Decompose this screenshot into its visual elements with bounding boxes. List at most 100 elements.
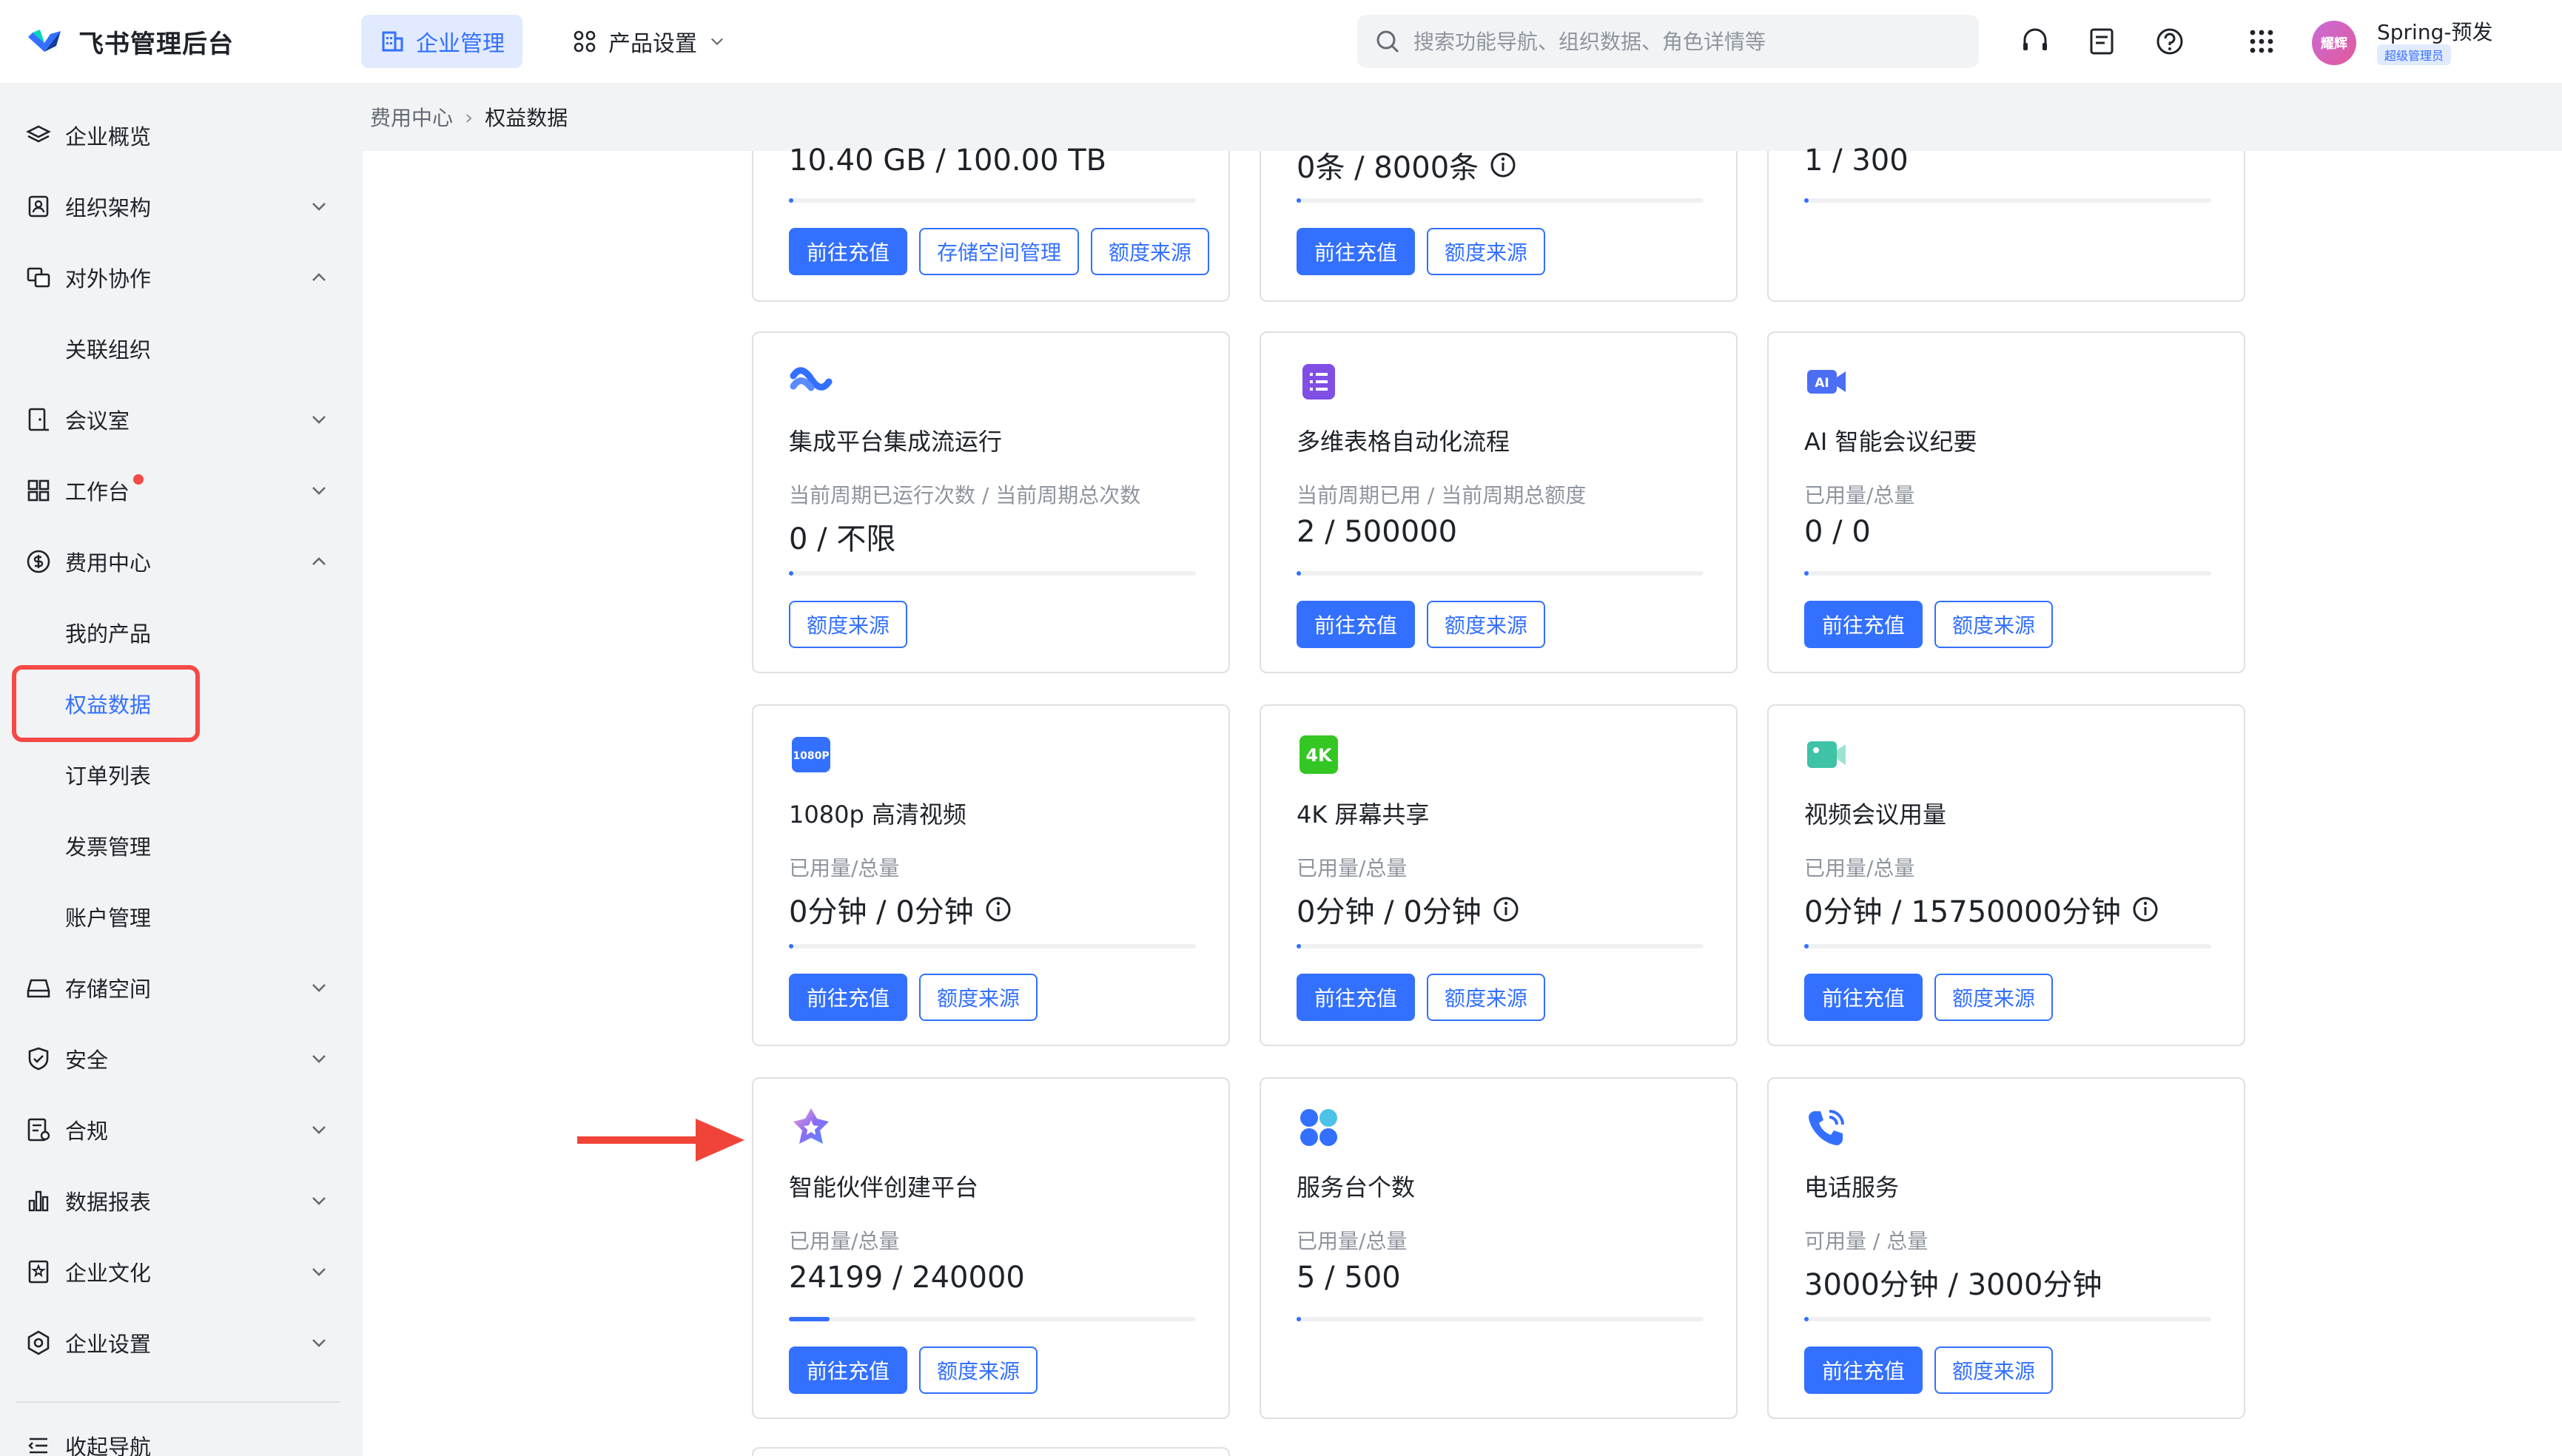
service-desk-icon <box>1300 1109 1337 1146</box>
card-subtitle: 已用量/总量 <box>789 856 900 880</box>
sidebar-item-culture[interactable]: 企业文化 <box>0 1242 363 1301</box>
storage-icon <box>27 979 50 998</box>
room-icon <box>28 408 49 431</box>
card-edge <box>752 1447 1230 1456</box>
quota-source-button[interactable]: 额度来源 <box>1934 601 2054 648</box>
card-value: 0 / 不限 <box>789 515 895 558</box>
collapse-nav-button[interactable]: 收起导航 <box>0 1416 363 1456</box>
sidebar-item-storage[interactable]: 存储空间 <box>0 958 363 1017</box>
card-value-text: 24199 / 240000 <box>789 1261 1025 1295</box>
top-bar: 飞书管理后台 企业管理 产品设置 搜索功能导航、组织数据、角色详情等 耀辉 Sp… <box>0 0 2562 83</box>
storage-manage-button[interactable]: 存储空间管理 <box>919 228 1080 275</box>
tab-enterprise-management[interactable]: 企业管理 <box>361 15 522 68</box>
card-value-text: 3000分钟 / 3000分钟 <box>1804 1268 2102 1302</box>
recharge-button[interactable]: 前往充值 <box>1297 601 1416 648</box>
quota-source-button[interactable]: 额度来源 <box>789 601 908 648</box>
card-subtitle: 已用量/总量 <box>1297 856 1408 880</box>
sidebar-item-linked-org[interactable]: 关联组织 <box>0 319 363 378</box>
sidebar-item-enterprise-settings[interactable]: 企业设置 <box>0 1313 363 1372</box>
sidebar-item-billing[interactable]: 费用中心 <box>0 532 363 591</box>
card-value: 0分钟 / 15750000分钟 <box>1804 888 2159 931</box>
quota-source-button[interactable]: 额度来源 <box>1427 974 1546 1021</box>
app-grid-icon[interactable] <box>2245 25 2278 58</box>
hd-video-icon: 1080P <box>792 737 830 772</box>
coin-icon <box>27 550 50 573</box>
quota-source-button[interactable]: 额度来源 <box>1934 1347 2054 1394</box>
card-subtitle: 已用量/总量 <box>789 1229 900 1253</box>
chevron-down-icon <box>711 38 723 46</box>
info-icon[interactable] <box>1492 895 1520 923</box>
document-check-icon[interactable] <box>2085 25 2118 58</box>
recharge-button[interactable]: 前往充值 <box>789 1347 908 1394</box>
sidebar-item-my-products[interactable]: 我的产品 <box>0 603 363 662</box>
brand-name: 飞书管理后台 <box>78 29 234 59</box>
user-name[interactable]: Spring-预发 <box>2377 16 2492 46</box>
quota-source-button[interactable]: 额度来源 <box>1091 228 1210 275</box>
usage-bar-fill <box>789 198 793 203</box>
entitlement-card-1080p: 1080P 1080p 高清视频 已用量/总量 0分钟 / 0分钟 前往充值 额… <box>752 704 1230 1046</box>
sidebar-item-data-reports[interactable]: 数据报表 <box>0 1171 363 1230</box>
chevron-down-icon <box>312 1339 326 1347</box>
entitlement-card-integration-flow: 集成平台集成流运行 当前周期已运行次数 / 当前周期总次数 0 / 不限 额度来… <box>752 331 1230 673</box>
sidebar-item-label: 企业文化 <box>65 1261 152 1286</box>
entitlement-card-service-desk: 服务台个数 已用量/总量 5 / 500 <box>1260 1077 1738 1419</box>
quota-source-button[interactable]: 额度来源 <box>919 1347 1038 1394</box>
brand[interactable]: 飞书管理后台 <box>25 21 234 62</box>
search-box[interactable] <box>1357 15 1979 68</box>
info-icon[interactable] <box>2131 895 2159 923</box>
card-title: 1080p 高清视频 <box>789 801 966 829</box>
usage-bar-fill <box>1297 944 1301 948</box>
sidebar-item-org[interactable]: 组织架构 <box>0 177 363 236</box>
quota-source-button[interactable]: 额度来源 <box>1427 228 1546 275</box>
headset-icon[interactable] <box>2019 25 2051 58</box>
sidebar-item-account[interactable]: 账户管理 <box>0 887 363 946</box>
sidebar-item-compliance[interactable]: 合规 <box>0 1100 363 1159</box>
recharge-button[interactable]: 前往充值 <box>1804 1347 1923 1394</box>
breadcrumb-separator: › <box>465 104 474 129</box>
feishu-logo-icon <box>28 30 61 52</box>
usage-bar <box>1297 571 1704 576</box>
recharge-button[interactable]: 前往充值 <box>1804 601 1923 648</box>
usage-bar <box>1804 1317 2211 1321</box>
help-icon[interactable] <box>2154 25 2186 58</box>
sidebar-item-invoices[interactable]: 发票管理 <box>0 816 363 875</box>
entitlement-card-ai-partner: 智能伙伴创建平台 已用量/总量 24199 / 240000 前往充值 额度来源 <box>752 1077 1230 1419</box>
sidebar-item-meeting-room[interactable]: 会议室 <box>0 390 363 449</box>
card-subtitle: 已用量/总量 <box>1804 856 1915 880</box>
sidebar-item-orders[interactable]: 订单列表 <box>0 745 363 804</box>
tab-product-settings[interactable]: 产品设置 <box>554 15 744 68</box>
search-input[interactable] <box>1413 29 1946 54</box>
sidebar-item-overview[interactable]: 企业概览 <box>0 106 363 165</box>
sidebar-item-label: 企业设置 <box>65 1332 152 1357</box>
card-title: 智能伙伴创建平台 <box>789 1173 979 1201</box>
usage-bar-fill <box>1804 1317 1809 1321</box>
sidebar-item-external-collab[interactable]: 对外协作 <box>0 248 363 307</box>
chevron-down-icon <box>312 487 326 495</box>
sidebar-item-security[interactable]: 安全 <box>0 1029 363 1088</box>
card-value-text: 2 / 500000 <box>1297 515 1458 549</box>
ai-meeting-icon: AI <box>1807 370 1846 394</box>
sidebar-item-label: 企业概览 <box>65 124 152 149</box>
chevron-down-icon <box>312 1055 326 1063</box>
recharge-button[interactable]: 前往充值 <box>1297 228 1416 275</box>
info-icon[interactable] <box>1489 151 1517 179</box>
recharge-button[interactable]: 前往充值 <box>789 228 908 275</box>
breadcrumb-parent[interactable]: 费用中心 <box>370 102 453 132</box>
gear-icon <box>27 1330 50 1355</box>
card-title: 集成平台集成流运行 <box>789 428 1003 456</box>
user-role-badge: 超级管理员 <box>2377 44 2452 65</box>
video-camera-icon <box>1807 741 1846 768</box>
quota-source-button[interactable]: 额度来源 <box>919 974 1038 1021</box>
sidebar-item-workplace[interactable]: 工作台 <box>0 461 363 520</box>
recharge-button[interactable]: 前往充值 <box>1804 974 1923 1021</box>
entitlement-card-video-meeting: 视频会议用量 已用量/总量 0分钟 / 15750000分钟 前往充值 额度来源 <box>1767 704 2245 1046</box>
notification-dot <box>133 474 144 485</box>
search-icon <box>1376 30 1399 53</box>
quota-source-button[interactable]: 额度来源 <box>1934 974 2054 1021</box>
avatar[interactable]: 耀辉 <box>2312 21 2356 65</box>
recharge-button[interactable]: 前往充值 <box>1297 974 1416 1021</box>
recharge-button[interactable]: 前往充值 <box>789 974 908 1021</box>
info-icon[interactable] <box>984 895 1012 923</box>
entitlement-card-phone-service: 电话服务 可用量 / 总量 3000分钟 / 3000分钟 前往充值 额度来源 <box>1767 1077 2245 1419</box>
quota-source-button[interactable]: 额度来源 <box>1427 601 1546 648</box>
